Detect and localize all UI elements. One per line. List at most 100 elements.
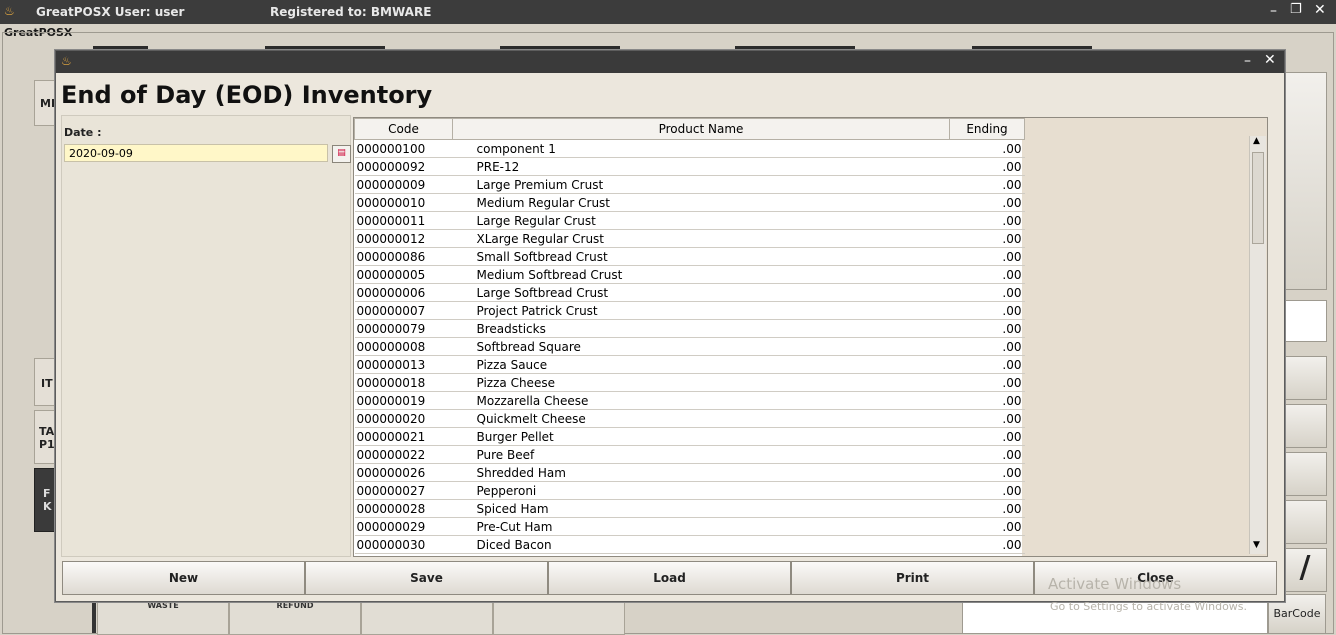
date-field[interactable]: [64, 144, 328, 162]
cell-code[interactable]: 000000030: [354, 535, 453, 554]
cell-code[interactable]: 000000100: [354, 139, 453, 158]
cell-ending[interactable]: .00: [949, 427, 1025, 446]
cell-name[interactable]: Pre-Cut Ham: [452, 517, 950, 536]
cell-code[interactable]: 000000029: [354, 517, 453, 536]
right-btn-2[interactable]: [1283, 404, 1327, 448]
table-row[interactable]: 000000020 Quickmelt Cheese .00: [354, 409, 1025, 428]
cell-name[interactable]: Shredded Ham: [452, 463, 950, 482]
cell-ending[interactable]: .00: [949, 391, 1025, 410]
table-row[interactable]: 000000086 Small Softbread Crust .00: [354, 247, 1025, 266]
cell-code[interactable]: 000000019: [354, 391, 453, 410]
minimize-icon[interactable]: –: [1270, 3, 1277, 19]
cell-code[interactable]: 000000079: [354, 319, 453, 338]
cell-ending[interactable]: .00: [949, 373, 1025, 392]
cell-ending[interactable]: .00: [949, 355, 1025, 374]
right-btn-1[interactable]: [1283, 356, 1327, 400]
cell-ending[interactable]: .00: [949, 247, 1025, 266]
table-row[interactable]: 000000011 Large Regular Crust .00: [354, 211, 1025, 230]
cell-name[interactable]: Pizza Cheese: [452, 373, 950, 392]
dialog-close-icon[interactable]: ✕: [1264, 52, 1276, 68]
cell-ending[interactable]: .00: [949, 517, 1025, 536]
table-row[interactable]: 000000026 Shredded Ham .00: [354, 463, 1025, 482]
table-row[interactable]: 000000006 Large Softbread Crust .00: [354, 283, 1025, 302]
cell-ending[interactable]: .00: [949, 409, 1025, 428]
scroll-up-icon[interactable]: ▲: [1253, 136, 1260, 146]
table-row[interactable]: 000000029 Pre-Cut Ham .00: [354, 517, 1025, 536]
cell-name[interactable]: Pepperoni: [452, 481, 950, 500]
dialog-minimize-icon[interactable]: –: [1244, 53, 1251, 69]
cell-code[interactable]: 000000027: [354, 481, 453, 500]
cell-code[interactable]: 000000021: [354, 427, 453, 446]
cell-ending[interactable]: .00: [949, 319, 1025, 338]
cell-ending[interactable]: .00: [949, 535, 1025, 554]
cell-ending[interactable]: .00: [949, 265, 1025, 284]
cell-code[interactable]: 000000008: [354, 337, 453, 356]
save-button[interactable]: Save: [305, 561, 548, 595]
cell-name[interactable]: Softbread Square: [452, 337, 950, 356]
table-row[interactable]: 000000079 Breadsticks .00: [354, 319, 1025, 338]
table-scrollbar[interactable]: ▲ ▼: [1249, 136, 1266, 554]
cell-code[interactable]: 000000009: [354, 175, 453, 194]
cell-code[interactable]: 000000020: [354, 409, 453, 428]
cell-name[interactable]: Large Premium Crust: [452, 175, 950, 194]
cell-ending[interactable]: .00: [949, 283, 1025, 302]
cell-ending[interactable]: .00: [949, 139, 1025, 158]
cell-name[interactable]: Small Softbread Crust: [452, 247, 950, 266]
waste-button[interactable]: WASTE: [97, 600, 229, 635]
column-header-code[interactable]: Code: [354, 118, 453, 140]
cell-ending[interactable]: .00: [949, 229, 1025, 248]
restore-icon[interactable]: ❐: [1290, 2, 1302, 17]
cell-name[interactable]: Breadsticks: [452, 319, 950, 338]
table-row[interactable]: 000000027 Pepperoni .00: [354, 481, 1025, 500]
cell-ending[interactable]: .00: [949, 481, 1025, 500]
cell-name[interactable]: Large Softbread Crust: [452, 283, 950, 302]
calendar-icon[interactable]: ▤: [332, 145, 351, 163]
bg-button-4[interactable]: [493, 600, 625, 635]
cell-name[interactable]: Quickmelt Cheese: [452, 409, 950, 428]
cell-ending[interactable]: .00: [949, 445, 1025, 464]
cell-ending[interactable]: .00: [949, 301, 1025, 320]
scroll-down-icon[interactable]: ▼: [1253, 540, 1260, 550]
column-header-product-name[interactable]: Product Name: [452, 118, 950, 140]
cell-name[interactable]: Project Patrick Crust: [452, 301, 950, 320]
cell-code[interactable]: 000000086: [354, 247, 453, 266]
scroll-thumb[interactable]: [1252, 152, 1264, 244]
right-btn-4[interactable]: [1283, 500, 1327, 544]
cell-name[interactable]: Pure Beef: [452, 445, 950, 464]
cell-code[interactable]: 000000013: [354, 355, 453, 374]
right-input-box[interactable]: [1283, 300, 1327, 342]
table-row[interactable]: 000000008 Softbread Square .00: [354, 337, 1025, 356]
table-row[interactable]: 000000022 Pure Beef .00: [354, 445, 1025, 464]
cell-ending[interactable]: .00: [949, 211, 1025, 230]
refund-button[interactable]: REFUND: [229, 600, 361, 635]
table-row[interactable]: 000000007 Project Patrick Crust .00: [354, 301, 1025, 320]
table-row[interactable]: 000000100 component 1.00: [354, 139, 1025, 158]
cell-name[interactable]: XLarge Regular Crust: [452, 229, 950, 248]
cell-code[interactable]: 000000011: [354, 211, 453, 230]
cell-ending[interactable]: .00: [949, 193, 1025, 212]
cell-ending[interactable]: .00: [949, 337, 1025, 356]
cell-name[interactable]: Medium Softbread Crust: [452, 265, 950, 284]
cell-name[interactable]: Pizza Sauce: [452, 355, 950, 374]
right-btn-3[interactable]: [1283, 452, 1327, 496]
print-button[interactable]: Print: [791, 561, 1034, 595]
table-row[interactable]: 000000021 Burger Pellet .00: [354, 427, 1025, 446]
cell-name[interactable]: Burger Pellet: [452, 427, 950, 446]
new-button[interactable]: New: [62, 561, 305, 595]
table-row[interactable]: 000000012 XLarge Regular Crust .00: [354, 229, 1025, 248]
table-row[interactable]: 000000028 Spiced Ham .00: [354, 499, 1025, 518]
table-row[interactable]: 000000005 Medium Softbread Crust .00: [354, 265, 1025, 284]
cell-code[interactable]: 000000028: [354, 499, 453, 518]
cell-ending[interactable]: .00: [949, 157, 1025, 176]
cell-name[interactable]: Diced Bacon: [452, 535, 950, 554]
cell-ending[interactable]: .00: [949, 499, 1025, 518]
close-window-icon[interactable]: ✕: [1314, 2, 1326, 18]
table-row[interactable]: 000000009 Large Premium Crust .00: [354, 175, 1025, 194]
table-row[interactable]: 000000013 Pizza Sauce .00: [354, 355, 1025, 374]
right-btn-5[interactable]: /: [1283, 548, 1327, 592]
table-row[interactable]: 000000010 Medium Regular Crust .00: [354, 193, 1025, 212]
cell-name[interactable]: Spiced Ham: [452, 499, 950, 518]
table-row[interactable]: 000000019 Mozzarella Cheese .00: [354, 391, 1025, 410]
cell-code[interactable]: 000000012: [354, 229, 453, 248]
table-row[interactable]: 000000018 Pizza Cheese .00: [354, 373, 1025, 392]
